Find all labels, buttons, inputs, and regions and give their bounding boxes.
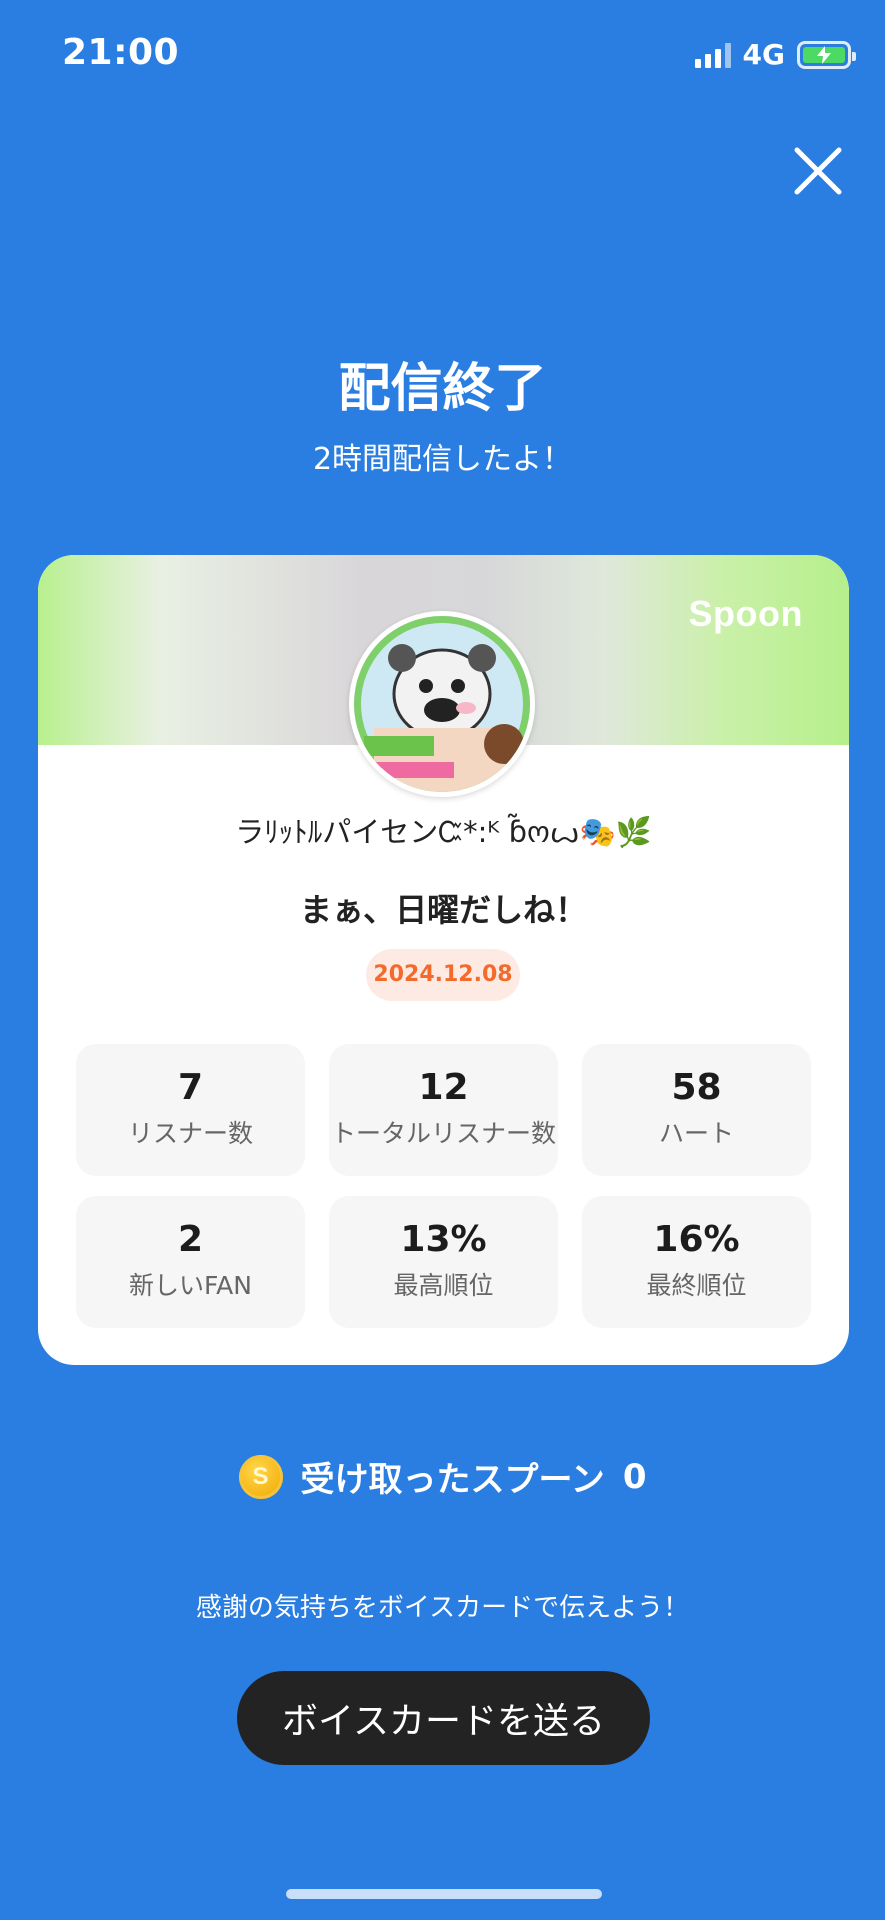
network-type: 4G <box>742 38 785 71</box>
broadcaster-nickname: ラﾘｯﾄﾙパイセンᏨ*:ᴷ ɓ̃ოꙍ🎭🌿 <box>235 815 652 849</box>
stat-value: 13% <box>400 1219 487 1260</box>
stat-value: 12 <box>418 1067 469 1108</box>
stat-label: 新しいFAN <box>129 1271 252 1300</box>
close-button[interactable] <box>787 140 849 202</box>
stat-value: 2 <box>177 1219 204 1260</box>
page-subtitle: 2時間配信したよ！ <box>312 442 573 477</box>
stat-label: ハート <box>658 1119 734 1148</box>
stat-hearts: 58 ハート <box>582 1044 811 1176</box>
stat-highest-rank: 13% 最高順位 <box>329 1196 558 1328</box>
status-bar: 21:00 4G <box>0 0 885 110</box>
close-icon <box>794 147 842 195</box>
spoons-label: 受け取ったスプーン <box>300 1460 605 1500</box>
stat-value: 16% <box>653 1219 740 1260</box>
stat-listeners: 7 リスナー数 <box>76 1044 305 1176</box>
spoons-received: S 受け取ったスプーン 0 <box>0 1452 885 1501</box>
status-indicators: 4G <box>694 38 856 71</box>
stat-value: 58 <box>671 1067 722 1108</box>
status-time: 21:00 <box>62 32 180 73</box>
spoons-count: 0 <box>622 1456 647 1497</box>
stat-value: 7 <box>177 1067 204 1108</box>
avatar[interactable] <box>349 611 535 797</box>
home-indicator <box>286 1889 602 1899</box>
stats-grid: 7 リスナー数 12 トータルリスナー数 58 ハート 2 新しいFAN 13%… <box>76 1044 811 1328</box>
date-badge: 2024.12.08 <box>366 949 520 1001</box>
page-title: 配信終了 <box>338 359 547 419</box>
live-title: まぁ、日曜だしね！ <box>299 891 588 929</box>
coin-icon: S <box>238 1454 283 1499</box>
stat-label: 最終順位 <box>646 1271 747 1300</box>
battery-charging-icon <box>797 40 856 69</box>
stat-new-fans: 2 新しいFAN <box>76 1196 305 1328</box>
brand-logo: Spoon <box>688 593 803 634</box>
stat-final-rank: 16% 最終順位 <box>582 1196 811 1328</box>
voice-card-hint: 感謝の気持ちをボイスカードで伝えよう！ <box>195 1593 690 1623</box>
stat-label: リスナー数 <box>127 1119 253 1148</box>
live-summary-card: Spoon ラﾘｯﾄﾙパイセンᏨ*:ᴷ ɓ̃ოꙍ🎭🌿 まぁ、日曜だしね！ 202… <box>38 555 849 1365</box>
signal-icon <box>694 42 731 68</box>
stat-label: 最高順位 <box>393 1271 494 1300</box>
stat-total-listeners: 12 トータルリスナー数 <box>329 1044 558 1176</box>
stat-label: トータルリスナー数 <box>330 1119 556 1148</box>
send-voice-card-button[interactable]: ボイスカードを送る <box>237 1671 650 1765</box>
